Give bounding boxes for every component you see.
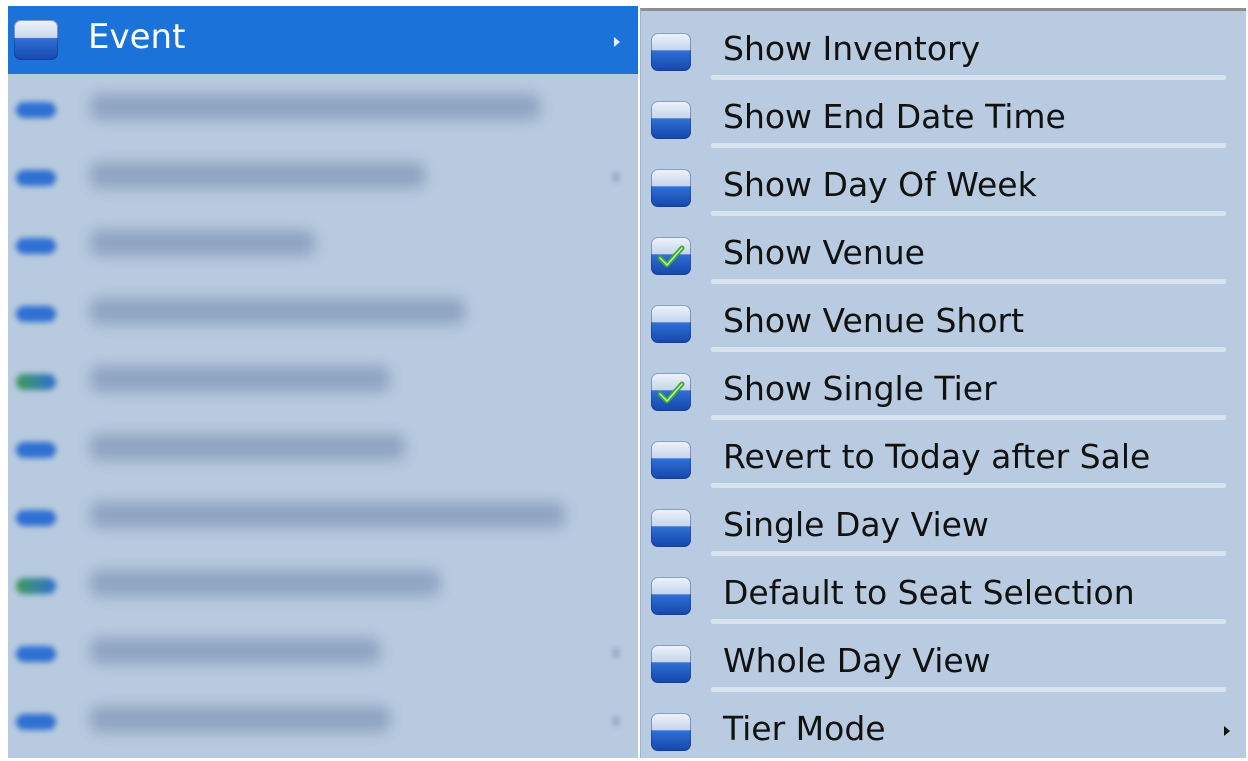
parent-menu: Event bbox=[8, 6, 638, 758]
checkbox-unchecked-icon bbox=[16, 646, 56, 662]
menu-item-obscured[interactable] bbox=[8, 686, 638, 754]
obscured-label bbox=[90, 706, 390, 732]
checkbox-unchecked-icon bbox=[16, 510, 56, 526]
obscured-label bbox=[90, 638, 380, 664]
submenu-item-label: Whole Day View bbox=[723, 641, 991, 680]
checkbox-unchecked-icon bbox=[651, 305, 691, 343]
obscured-label bbox=[90, 366, 390, 392]
submenu-item-label: Show Day Of Week bbox=[723, 165, 1037, 204]
submenu-item-tier-mode[interactable]: Tier Mode bbox=[641, 695, 1246, 761]
submenu-item-label: Single Day View bbox=[723, 505, 989, 544]
obscured-label bbox=[90, 162, 425, 188]
menu-item-obscured[interactable] bbox=[8, 278, 638, 346]
separator bbox=[711, 279, 1226, 284]
obscured-label bbox=[90, 298, 465, 324]
checkmark-icon bbox=[657, 381, 685, 404]
checkbox-unchecked-icon bbox=[16, 102, 56, 118]
submenu-item-show-day-of-week[interactable]: Show Day Of Week bbox=[641, 151, 1246, 219]
submenu-arrow-icon bbox=[612, 716, 620, 726]
checkbox-unchecked-icon bbox=[14, 20, 58, 60]
separator bbox=[711, 347, 1226, 352]
checkbox-unchecked-icon bbox=[651, 101, 691, 139]
submenu-item-label: Show End Date Time bbox=[723, 97, 1066, 136]
checkbox-unchecked-icon bbox=[16, 442, 56, 458]
checkbox-unchecked-icon bbox=[651, 169, 691, 207]
separator bbox=[711, 687, 1226, 692]
submenu-item-show-venue[interactable]: Show Venue bbox=[641, 219, 1246, 287]
submenu-item-whole-day-view[interactable]: Whole Day View bbox=[641, 627, 1246, 695]
obscured-label bbox=[90, 230, 315, 256]
submenu-item-label: Show Single Tier bbox=[723, 369, 997, 408]
submenu-arrow-icon bbox=[1224, 726, 1230, 736]
checkbox-unchecked-icon bbox=[651, 577, 691, 615]
menu-item-obscured[interactable] bbox=[8, 210, 638, 278]
menu-item-obscured[interactable] bbox=[8, 142, 638, 210]
submenu-item-show-inventory[interactable]: Show Inventory bbox=[641, 15, 1246, 83]
checkbox-unchecked-icon bbox=[16, 714, 56, 730]
submenu-arrow-icon bbox=[614, 37, 620, 47]
menu-item-obscured[interactable] bbox=[8, 74, 638, 142]
checkbox-checked-icon bbox=[651, 373, 691, 411]
separator bbox=[711, 551, 1226, 556]
checkbox-unchecked-icon bbox=[651, 645, 691, 683]
submenu-item-label: Tier Mode bbox=[723, 709, 886, 748]
checkbox-unchecked-icon bbox=[651, 509, 691, 547]
checkbox-checked-icon bbox=[16, 578, 56, 594]
menu-item-event[interactable]: Event bbox=[8, 6, 638, 74]
menu-item-obscured[interactable] bbox=[8, 414, 638, 482]
submenu-item-show-single-tier[interactable]: Show Single Tier bbox=[641, 355, 1246, 423]
checkbox-checked-icon bbox=[651, 237, 691, 275]
submenu-item-label: Show Inventory bbox=[723, 29, 981, 68]
obscured-label bbox=[90, 94, 540, 120]
obscured-label bbox=[90, 570, 440, 596]
submenu-item-label: Show Venue bbox=[723, 233, 925, 272]
obscured-label bbox=[90, 502, 565, 528]
checkbox-unchecked-icon bbox=[651, 713, 691, 751]
submenu-item-default-to-seat-selection[interactable]: Default to Seat Selection bbox=[641, 559, 1246, 627]
separator bbox=[711, 143, 1226, 148]
menu-item-obscured[interactable] bbox=[8, 482, 638, 550]
submenu-item-revert-to-today[interactable]: Revert to Today after Sale bbox=[641, 423, 1246, 491]
menu-item-obscured[interactable] bbox=[8, 346, 638, 414]
checkmark-icon bbox=[657, 245, 685, 268]
submenu-arrow-icon bbox=[612, 648, 620, 658]
submenu-item-show-end-date-time[interactable]: Show End Date Time bbox=[641, 83, 1246, 151]
separator bbox=[711, 75, 1226, 80]
obscured-label bbox=[90, 434, 405, 460]
submenu-item-show-venue-short[interactable]: Show Venue Short bbox=[641, 287, 1246, 355]
separator bbox=[711, 483, 1226, 488]
checkbox-unchecked-icon bbox=[16, 306, 56, 322]
context-menu-stage: Event Show Inventory Show End Date Time … bbox=[0, 0, 1248, 761]
submenu-arrow-icon bbox=[612, 172, 620, 182]
menu-item-obscured[interactable] bbox=[8, 550, 638, 618]
separator bbox=[711, 211, 1226, 216]
submenu-item-label: Show Venue Short bbox=[723, 301, 1025, 340]
submenu-item-label: Default to Seat Selection bbox=[723, 573, 1135, 612]
submenu-item-label: Revert to Today after Sale bbox=[723, 437, 1151, 476]
checkbox-unchecked-icon bbox=[16, 238, 56, 254]
checkbox-unchecked-icon bbox=[16, 170, 56, 186]
separator bbox=[711, 619, 1226, 624]
menu-item-label: Event bbox=[88, 17, 186, 57]
checkbox-unchecked-icon bbox=[651, 33, 691, 71]
event-submenu: Show Inventory Show End Date Time Show D… bbox=[640, 8, 1246, 758]
checkbox-checked-icon bbox=[16, 374, 56, 390]
menu-item-obscured[interactable] bbox=[8, 618, 638, 686]
submenu-item-single-day-view[interactable]: Single Day View bbox=[641, 491, 1246, 559]
separator bbox=[711, 415, 1226, 420]
checkbox-unchecked-icon bbox=[651, 441, 691, 479]
